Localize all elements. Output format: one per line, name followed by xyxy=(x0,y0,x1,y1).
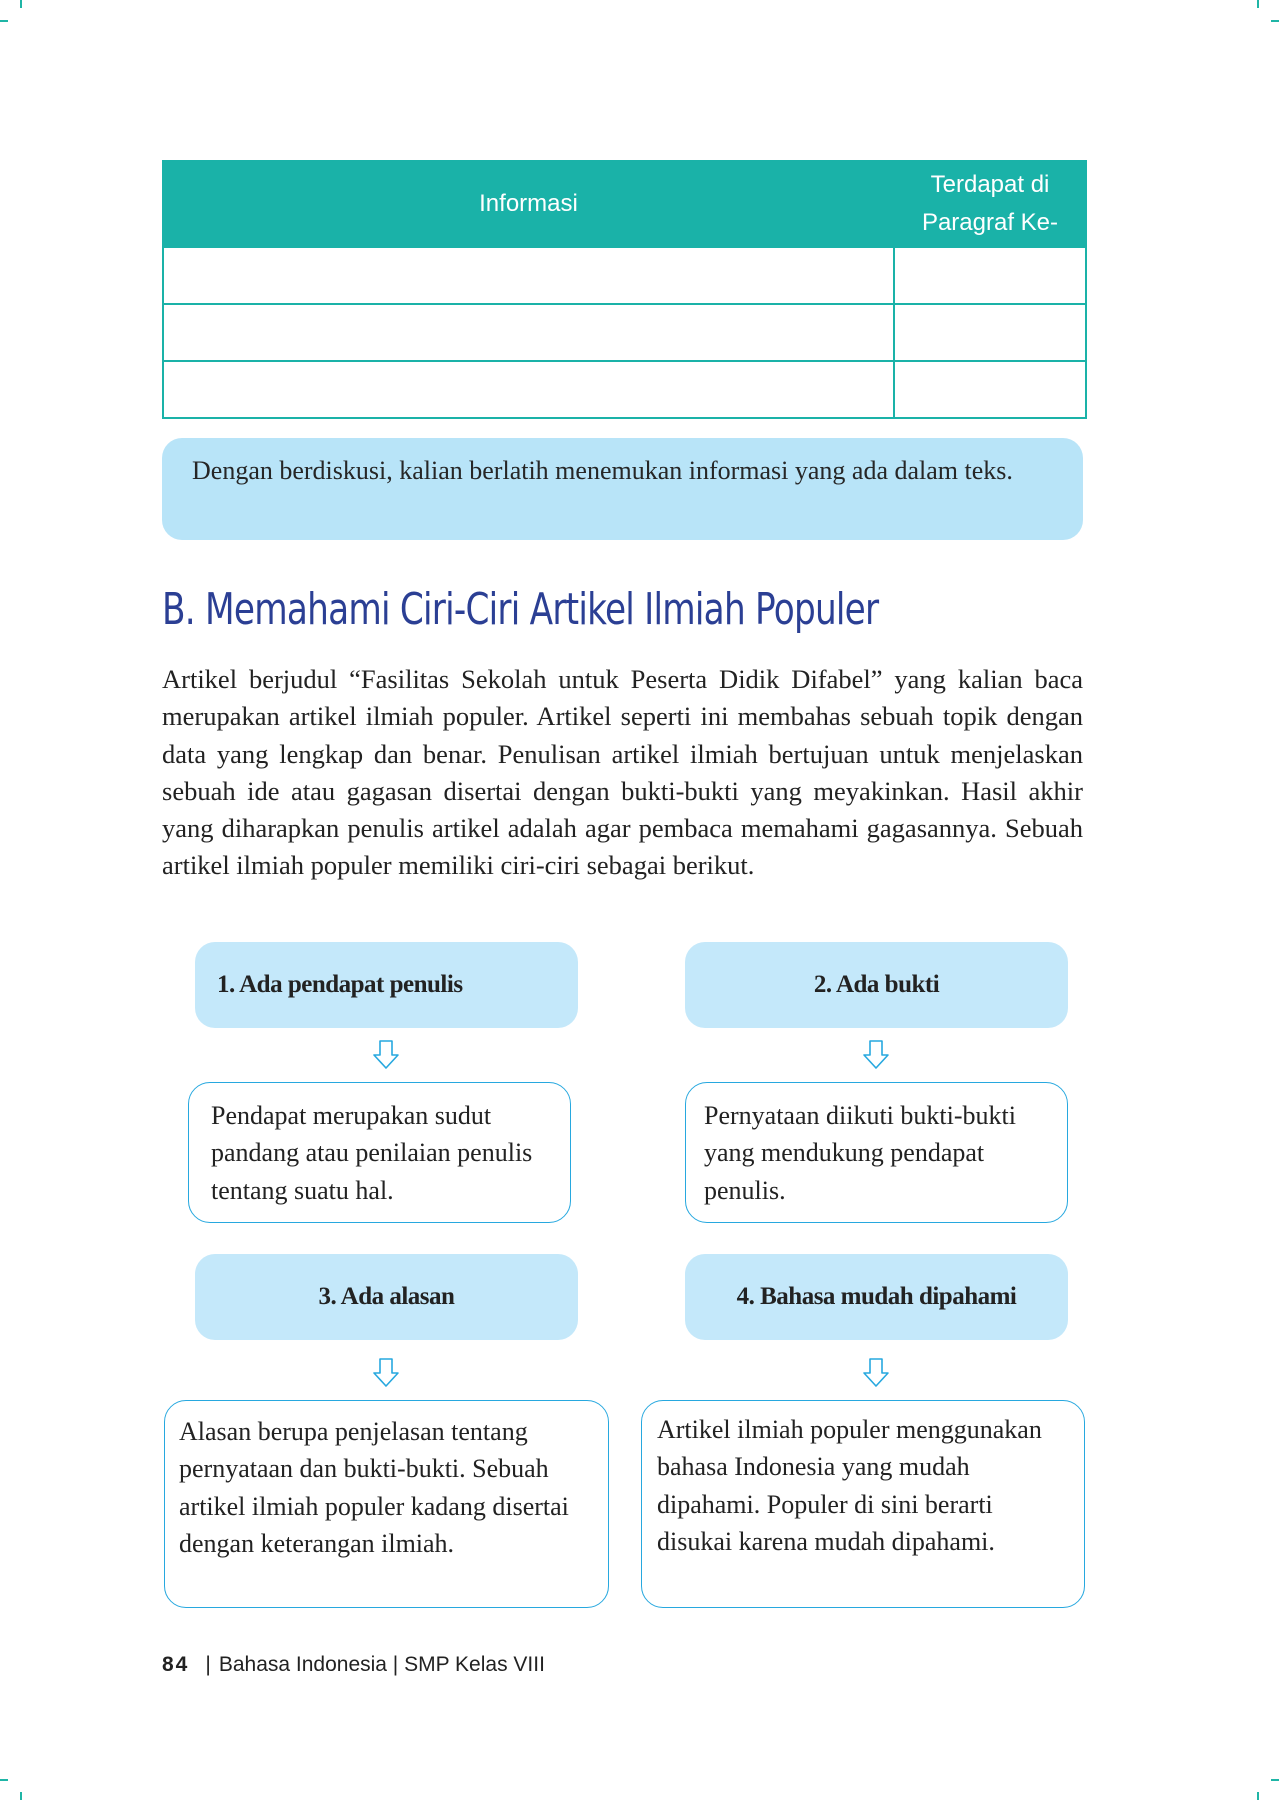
down-arrow-icon xyxy=(373,1040,399,1069)
section-heading: B. Memahami Ciri-Ciri Artikel Ilmiah Pop… xyxy=(162,584,879,635)
down-arrow-icon xyxy=(373,1358,399,1387)
intro-paragraph: Artikel berjudul “Fasilitas Sekolah untu… xyxy=(162,664,1083,881)
characteristic-title-1: 1. Ada pendapat penulis xyxy=(195,942,578,1028)
table-cell xyxy=(162,303,895,362)
crop-mark xyxy=(0,1779,8,1781)
crop-mark xyxy=(0,20,8,22)
crop-mark xyxy=(1257,1792,1259,1800)
crop-mark xyxy=(1271,20,1279,22)
header-paragraf: Terdapat di Paragraf Ke- xyxy=(893,160,1087,248)
information-table: Informasi Terdapat di Paragraf Ke- xyxy=(162,160,1087,419)
characteristic-desc-3: Alasan berupa penjelasan tentang pernyat… xyxy=(164,1400,609,1608)
table-cell xyxy=(893,303,1087,362)
down-arrow-icon xyxy=(863,1358,889,1387)
characteristic-desc-1: Pendapat merupakan sudut pandang atau pe… xyxy=(188,1082,571,1223)
table-cell xyxy=(893,360,1087,419)
table-row xyxy=(162,246,1087,305)
header-informasi: Informasi xyxy=(162,160,895,248)
table-row xyxy=(162,303,1087,362)
table-row xyxy=(162,360,1087,419)
table-cell xyxy=(162,246,895,305)
page-footer: 84 | Bahasa Indonesia | SMP Kelas VIII xyxy=(162,1650,545,1680)
crop-mark xyxy=(20,1792,22,1800)
table-cell xyxy=(162,360,895,419)
footer-separator: | xyxy=(205,1653,211,1676)
crop-mark xyxy=(1271,1779,1279,1781)
characteristic-desc-4: Artikel ilmiah populer menggunakan bahas… xyxy=(641,1400,1085,1608)
discussion-note: Dengan berdiskusi, kalian berlatih menem… xyxy=(162,438,1083,540)
characteristic-desc-2: Pernyataan diikuti bukti-bukti yang mend… xyxy=(685,1082,1068,1223)
page-number: 84 xyxy=(162,1653,190,1676)
characteristic-title-4: 4. Bahasa mudah dipahami xyxy=(685,1254,1068,1340)
table-cell xyxy=(893,246,1087,305)
book-title: Bahasa Indonesia | SMP Kelas VIII xyxy=(218,1653,545,1676)
down-arrow-icon xyxy=(863,1040,889,1069)
characteristic-title-2: 2. Ada bukti xyxy=(685,942,1068,1028)
crop-mark xyxy=(20,0,22,8)
crop-mark xyxy=(1257,0,1259,8)
characteristic-title-3: 3. Ada alasan xyxy=(195,1254,578,1340)
